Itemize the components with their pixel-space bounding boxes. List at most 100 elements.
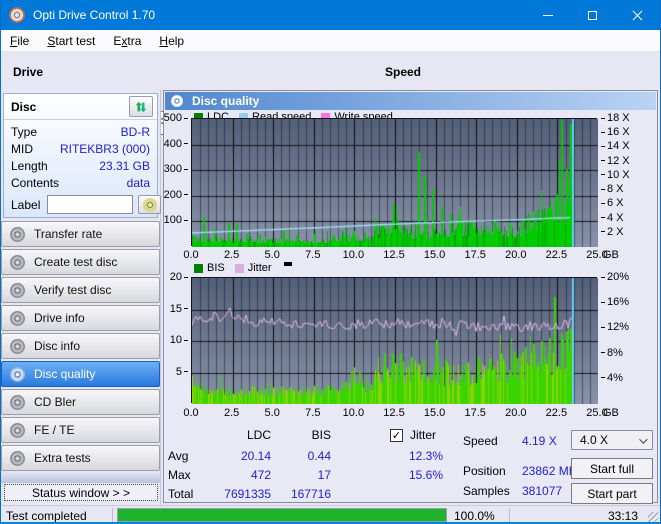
disc-icon bbox=[10, 226, 25, 242]
sidebar-item-label: CD Bler bbox=[34, 395, 77, 409]
axis-tick-label: 2.5 bbox=[223, 407, 240, 419]
minimize-icon bbox=[542, 14, 553, 16]
axis-tick-label: 20 bbox=[170, 271, 188, 283]
disc-contents-label: Contents bbox=[11, 176, 60, 190]
legend-swatch bbox=[234, 263, 244, 273]
status-text: Test completed bbox=[6, 509, 87, 523]
legend-bis: BIS bbox=[194, 262, 225, 274]
sidebar-item-label: Disc quality bbox=[34, 367, 96, 381]
close-icon bbox=[632, 10, 643, 21]
sidebar-item-extra-tests[interactable]: Extra tests bbox=[1, 445, 160, 471]
chart2-x-axis: 0.0 2.5 5.0 7.5 10.0 12.5 15.0 17.5 20.0 22.5 25.0 bbox=[183, 407, 607, 419]
chevron-down-icon bbox=[639, 435, 648, 444]
axis-tick-label: 0.0 bbox=[183, 249, 199, 261]
sidebar: Disc Type BD-R MID RITEKBR3 (000) Length… bbox=[1, 90, 161, 505]
disc-panel: Disc Type BD-R MID RITEKBR3 (000) Length… bbox=[3, 93, 161, 218]
axis-tick-label: 15 bbox=[170, 303, 188, 315]
axis-tick-label: 10.0 bbox=[342, 407, 365, 419]
sidebar-item-label: Verify test disc bbox=[34, 283, 112, 297]
menu-start-test[interactable]: Start test bbox=[38, 31, 104, 51]
sidebar-item-create-test-disc[interactable]: Create test disc bbox=[1, 249, 160, 275]
app-window: Opti Drive Control 1.70 File Start test … bbox=[0, 0, 661, 524]
max-row-label: Max bbox=[168, 468, 191, 482]
chart1-right-axis: 18 X 16 X 14 X 12 X 10 X 8 X 6 X 4 X 2 X bbox=[601, 112, 657, 246]
axis-tick-label: 7.5 bbox=[305, 249, 321, 261]
refresh-icon bbox=[135, 101, 147, 112]
close-button[interactable] bbox=[615, 0, 660, 30]
menu-file[interactable]: File bbox=[1, 31, 38, 51]
axis-tick-label: 14 X bbox=[601, 140, 630, 152]
statusbar-separator bbox=[509, 508, 510, 522]
test-speed-select[interactable]: 4.0 X bbox=[571, 430, 653, 450]
menu-help[interactable]: Help bbox=[150, 31, 193, 51]
chart2-right-axis: 20% 16% 12% 8% 4% bbox=[601, 271, 657, 403]
resize-grip[interactable] bbox=[648, 512, 658, 522]
disc-label-input[interactable] bbox=[47, 195, 133, 214]
speed-stat-value: 4.19 X bbox=[522, 434, 557, 448]
disc-mid-label: MID bbox=[11, 142, 33, 156]
avg-jitter-value: 12.3% bbox=[408, 449, 443, 463]
disc-type-value: BD-R bbox=[120, 125, 150, 139]
menu-extra[interactable]: Extra bbox=[104, 31, 150, 51]
axis-tick-label: 8 X bbox=[601, 183, 624, 195]
chart2-canvas bbox=[192, 278, 598, 404]
disc-contents-value: data bbox=[126, 176, 150, 190]
disc-panel-title: Disc bbox=[11, 100, 37, 114]
max-bis-value: 17 bbox=[317, 468, 331, 482]
sidebar-item-disc-quality[interactable]: Disc quality bbox=[1, 361, 160, 387]
menubar: File Start test Extra Help bbox=[1, 30, 660, 52]
chart2-plot bbox=[191, 277, 598, 404]
app-icon bbox=[9, 7, 25, 23]
axis-tick-label: 4 X bbox=[601, 212, 624, 224]
axis-tick-label: 22.5 bbox=[545, 249, 568, 261]
speed-label: Speed bbox=[385, 65, 422, 79]
legend-swatch bbox=[194, 263, 203, 273]
axis-tick-label: 2.5 bbox=[223, 249, 240, 261]
axis-tick-label: 16% bbox=[601, 296, 629, 308]
disc-label-button[interactable] bbox=[138, 195, 161, 214]
jitter-checkbox[interactable] bbox=[390, 429, 403, 442]
axis-tick-label: 15.0 bbox=[423, 407, 446, 419]
avg-ldc-value: 20.14 bbox=[240, 449, 271, 463]
chart1-canvas bbox=[192, 119, 598, 247]
maximize-button[interactable] bbox=[570, 0, 615, 30]
axis-tick-label: 17.5 bbox=[464, 249, 486, 261]
disc-info-row: Type BD-R bbox=[11, 125, 150, 141]
sidebar-item-verify-test-disc[interactable]: Verify test disc bbox=[1, 277, 160, 303]
sidebar-item-label: Drive info bbox=[34, 311, 85, 325]
sidebar-item-fe-te[interactable]: FE / TE bbox=[1, 417, 160, 443]
status-window-label: Status window > > bbox=[31, 485, 131, 500]
axis-tick-label: 20.0 bbox=[505, 249, 527, 261]
start-part-label: Start part bbox=[587, 486, 637, 501]
disc-icon bbox=[10, 422, 25, 438]
chart2-legend: BIS Jitter bbox=[194, 262, 292, 274]
panel-header: Disc quality bbox=[165, 92, 656, 110]
disc-type-label: Type bbox=[11, 125, 38, 139]
elapsed-time: 33:13 bbox=[607, 509, 638, 523]
start-part-button[interactable]: Start part bbox=[571, 483, 653, 504]
disc-icon bbox=[10, 394, 25, 410]
progress-fill bbox=[118, 509, 446, 521]
sidebar-item-label: Transfer rate bbox=[34, 227, 103, 241]
sidebar-item-label: Disc info bbox=[34, 339, 81, 353]
legend-marker bbox=[283, 262, 292, 266]
sidebar-item-label: Extra tests bbox=[34, 451, 91, 465]
window-title: Opti Drive Control 1.70 bbox=[33, 8, 156, 22]
position-stat-value: 23862 MB bbox=[522, 464, 577, 478]
axis-tick-label: 400 bbox=[164, 138, 188, 150]
sidebar-item-disc-info[interactable]: Disc info bbox=[1, 333, 160, 359]
status-window-button[interactable]: Status window > > bbox=[4, 484, 158, 501]
progress-bar bbox=[117, 508, 447, 522]
axis-tick-label: 300 bbox=[164, 163, 188, 175]
disc-icon bbox=[10, 254, 25, 270]
axis-tick-label: 2 X bbox=[601, 226, 624, 238]
sidebar-item-transfer-rate[interactable]: Transfer rate bbox=[1, 221, 160, 247]
chart2-x-unit: GB bbox=[603, 407, 619, 419]
start-full-button[interactable]: Start full bbox=[571, 458, 653, 479]
sidebar-item-cd-bler[interactable]: CD Bler bbox=[1, 389, 160, 415]
total-ldc-value: 7691335 bbox=[224, 487, 271, 501]
sidebar-item-drive-info[interactable]: Drive info bbox=[1, 305, 160, 331]
toolbar: Drive (E:) PLEXTOR BD-R PX-LB950SA 1.06 … bbox=[1, 52, 660, 136]
minimize-button[interactable] bbox=[525, 0, 570, 30]
disc-refresh-button[interactable] bbox=[129, 96, 153, 117]
